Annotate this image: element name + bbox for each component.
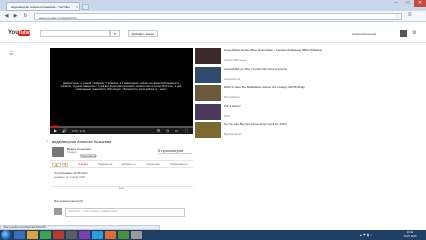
youtube-logo[interactable]: You Tube [8, 29, 30, 37]
minimize-button[interactable]: – [390, 0, 402, 7]
comment-input[interactable]: Напишите, чтобы оставить комментарий [65, 208, 185, 217]
related-video-item[interactable]: Do You Like Big Cats Screenshop! (April … [195, 122, 325, 138]
channel-video-count: 1 видео [67, 151, 77, 154]
browser-tab-bar: видеоверсия Алексея Козыкова - YouTube ×… [0, 0, 426, 11]
fullscreen-icon[interactable]: ⛶ [183, 128, 190, 135]
back-icon[interactable]: ◀ [3, 13, 10, 20]
comments-heading: Все комментарии (0) [54, 199, 83, 203]
taskbar-app-icon[interactable] [79, 231, 90, 239]
player-controls: ▶ 🔊 0:04 / 2:41 ⚙ ◷ ▭ ⛶ [50, 127, 193, 135]
channel-avatar[interactable] [52, 147, 64, 157]
taskbar-app-icon[interactable] [66, 231, 77, 239]
start-button[interactable] [1, 230, 11, 240]
taskbar-app-icon[interactable] [92, 231, 103, 239]
video-actions-bar: 👍 👎 О видео Поделиться Добавить в Статис… [50, 160, 193, 168]
url-input[interactable]: www.youtube.com/watch?v=... ☆ [34, 13, 402, 20]
related-video-thumbnail[interactable] [195, 122, 221, 138]
avatar[interactable] [400, 30, 407, 37]
taskbar-app-icon[interactable] [105, 231, 116, 239]
related-video-item[interactable]: Group Bashe Rossini Blue Screensaver - С… [195, 48, 325, 64]
system-tray-icons: ▴ ⚑ ▮ ♪ [360, 233, 372, 237]
bookmark-star-icon[interactable]: ☆ [395, 14, 399, 20]
related-video-thumbnail[interactable] [195, 103, 221, 120]
related-video-thumbnail[interactable] [195, 48, 221, 64]
video-overlay-text: Добрый день, я, рыжий. Поймаем, У Ятмовл… [60, 82, 182, 92]
forward-icon[interactable]: ▶ [12, 13, 19, 20]
related-video-item[interactable]: DIS ● HOLLY Rohit [195, 103, 325, 120]
clock[interactable]: 13:14 10.07.2013 [399, 231, 421, 238]
gear-icon[interactable]: ⚙ [412, 31, 416, 36]
video-description: коммент по поводу СКП [54, 175, 86, 179]
tab-report[interactable]: Пожаловаться [170, 163, 187, 166]
play-icon[interactable]: ▶ [52, 128, 59, 135]
taskbar-app-icon[interactable] [14, 231, 25, 239]
taskbar-app-icon[interactable] [40, 231, 51, 239]
related-video-title[interactable]: Group Bashe Rossini Blue Screensaver - С… [224, 48, 324, 52]
show-more-button[interactable]: Ещё [50, 186, 193, 191]
related-video-item[interactable]: Amanda Bynes: Why I Couldn't Be Gone Any… [195, 66, 325, 83]
search-icon: ⌕ [113, 31, 117, 36]
upload-button[interactable]: Добавить видео [128, 30, 158, 37]
like-button[interactable]: 👍 [52, 162, 61, 167]
search-input[interactable] [40, 30, 110, 37]
new-tab-button[interactable] [82, 4, 89, 10]
address-bar-row: ◀ ▶ ↻ www.youtube.com/watch?v=... ☆ ≡ [0, 11, 426, 22]
tab-share[interactable]: Поделиться [98, 163, 112, 166]
dislike-button[interactable]: 👎 [62, 162, 68, 167]
youtube-header: You Tube ⌕ Добавить видео Алексей Козыко… [0, 22, 426, 43]
video-player[interactable]: Добрый день, я, рыжий. Поймаем, У Ятмовл… [50, 48, 193, 134]
tab-statistics[interactable]: Статистика [146, 163, 160, 166]
browser-menu-icon[interactable]: ≡ [408, 12, 412, 19]
taskbar-app-icon[interactable] [27, 231, 38, 239]
clock-date: 10.07.2013 [403, 234, 417, 238]
related-video-title[interactable]: DIS ● HOLLY [224, 104, 324, 108]
related-video-thumbnail[interactable] [195, 66, 221, 83]
volume-icon[interactable]: 🔊 [61, 128, 68, 135]
maximize-button[interactable]: □ [402, 0, 414, 7]
taskbar-app-icon[interactable] [53, 231, 64, 239]
related-video-channel: Amanda Bynes [224, 77, 241, 81]
tab-title: видеоверсия Алексея Козыкова - YouTube [11, 5, 70, 9]
likes-ratio-bar [158, 153, 192, 154]
related-video-channel: MarvyChannel [224, 96, 240, 99]
related-video-title[interactable]: Amanda Bynes: Why I Couldn't Be Gone Any… [224, 67, 324, 71]
related-video-thumbnail[interactable] [195, 85, 221, 101]
reload-icon[interactable]: ↻ [22, 13, 29, 20]
settings-icon[interactable]: ⚙ [155, 128, 162, 135]
taskbar-app-icon[interactable] [131, 231, 142, 239]
subscribe-button[interactable]: Подписаться [80, 154, 97, 158]
related-video-channel: Сделать ВХЛ видео [224, 59, 247, 62]
theater-mode-icon[interactable]: ▭ [173, 128, 180, 135]
tab-close-icon[interactable]: × [76, 4, 78, 9]
close-window-button[interactable]: ✕ [414, 0, 426, 7]
tab-about[interactable]: О видео [78, 163, 88, 166]
commenter-avatar [54, 208, 62, 215]
related-video-channel: BigCatsChannel [224, 133, 242, 136]
logo-tube-text: Tube [18, 30, 30, 36]
user-name[interactable]: Алексей Козыков [352, 32, 376, 36]
search-button[interactable]: ⌕ [110, 30, 120, 37]
windows-taskbar: ▴ ⚑ ▮ ♪ 13:14 10.07.2013 [0, 230, 426, 240]
tab-add-to[interactable]: Добавить в [122, 163, 136, 166]
watch-later-icon[interactable]: ◷ [164, 128, 171, 135]
url-text: www.youtube.com/watch?v=... [39, 15, 80, 20]
related-video-title[interactable]: MIRA Is Have Bro BellaMacan wishes him a… [224, 85, 324, 89]
related-video-item[interactable]: MIRA Is Have Bro BellaMacan wishes him a… [195, 85, 325, 101]
time-display: 0:04 / 2:41 [72, 128, 86, 133]
video-title: видеоверсия Алексея Козыкова [52, 139, 112, 144]
related-video-channel: Rohit [224, 114, 230, 118]
related-video-title[interactable]: Do You Like Big Cats Screenshop! (April … [224, 122, 324, 126]
taskbar-app-icon[interactable] [118, 231, 129, 239]
browser-tab[interactable]: видеоверсия Алексея Козыкова - YouTube × [6, 2, 80, 11]
guide-icon[interactable]: ☰ [9, 52, 13, 57]
playlist-icon: ♪ [46, 138, 48, 143]
